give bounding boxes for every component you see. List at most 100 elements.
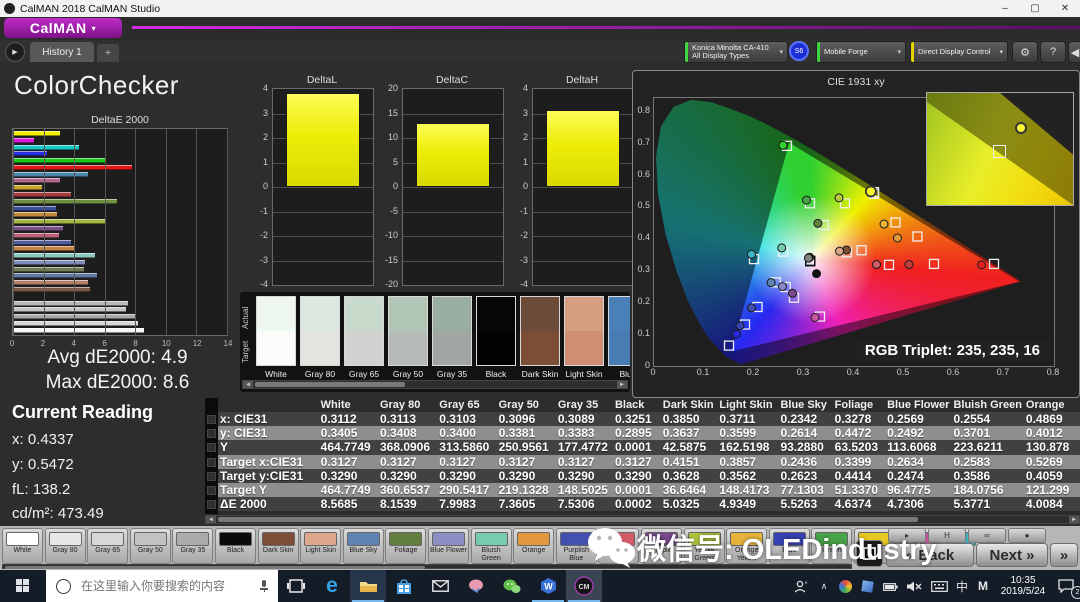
- table-cell: 7.5306: [556, 497, 613, 511]
- calman-taskbar-button[interactable]: CM: [566, 570, 602, 602]
- pink-app-button[interactable]: [458, 570, 494, 602]
- chevron-down-icon: ▾: [779, 48, 783, 56]
- session-tool-button-3[interactable]: ∞: [968, 528, 1006, 543]
- scroll-left-arrow[interactable]: ◄: [243, 381, 253, 388]
- gridline: [403, 212, 503, 213]
- patchbar-scrollbar[interactable]: [2, 564, 852, 569]
- close-button[interactable]: ✕: [1050, 3, 1080, 14]
- patch-button-gray-80[interactable]: Gray 80: [45, 528, 86, 564]
- row-handle[interactable]: [207, 415, 216, 424]
- people-button[interactable]: ᴿ: [788, 570, 814, 602]
- row-handle[interactable]: [207, 429, 216, 438]
- patch-button-black[interactable]: Black: [215, 528, 256, 564]
- patch-selection-bar: WhiteGray 80Gray 65Gray 50Gray 35BlackDa…: [0, 526, 1080, 570]
- display-control-dropdown[interactable]: Direct Display Control ▾: [910, 41, 1008, 63]
- patch-button-moderate-red[interactable]: Moderate Red: [598, 528, 639, 564]
- stop-measure-button[interactable]: [856, 540, 883, 567]
- wechat-button[interactable]: [494, 570, 530, 602]
- show-hidden-icons-button[interactable]: ∧: [814, 570, 834, 602]
- back-button[interactable]: « Back: [886, 543, 974, 567]
- patch-button-green[interactable]: Green: [811, 528, 852, 564]
- swatch-scrollbar[interactable]: ◄►: [242, 380, 628, 389]
- patchbar-scroll-thumb[interactable]: [5, 566, 425, 569]
- windows-logo-icon: [16, 579, 30, 593]
- row-handle[interactable]: [207, 486, 216, 495]
- column-header-light-skin: Light Skin: [717, 398, 778, 412]
- calman-logo-menu[interactable]: CalMAN ▾: [4, 18, 122, 38]
- patch-button-purplish-blue[interactable]: Purplish Blue: [556, 528, 597, 564]
- file-explorer-button[interactable]: [350, 570, 386, 602]
- wps-button[interactable]: W: [530, 570, 566, 602]
- ime-mode-indicator[interactable]: M: [972, 570, 994, 602]
- patch-button-white[interactable]: White: [2, 528, 43, 564]
- patch-button-orange-yellow[interactable]: Orange Yellow: [726, 528, 767, 564]
- deltaH-plot: [532, 88, 634, 286]
- patch-button-blue-sky[interactable]: Blue Sky: [343, 528, 384, 564]
- gridline: [533, 187, 633, 188]
- store-button[interactable]: [386, 570, 422, 602]
- scroll-right-arrow[interactable]: ►: [1069, 516, 1079, 523]
- patch-button-purple[interactable]: Purple: [641, 528, 682, 564]
- start-button[interactable]: [0, 570, 46, 602]
- table-scroll-thumb[interactable]: [218, 517, 918, 522]
- mail-button[interactable]: [422, 570, 458, 602]
- y-tick-label: 0: [244, 181, 268, 191]
- calman-logo-text: CalMAN: [30, 20, 87, 36]
- touch-keyboard-button[interactable]: [926, 570, 952, 602]
- meter-dropdown[interactable]: Konica Minolta CA-410 All Display Types …: [684, 41, 788, 63]
- row-handle[interactable]: [207, 472, 216, 481]
- tray-color-app[interactable]: [834, 570, 856, 602]
- taskbar-search[interactable]: [46, 570, 278, 602]
- table-cell: 177.4772: [556, 440, 613, 454]
- help-button[interactable]: ?: [1040, 41, 1066, 63]
- tab-history-1[interactable]: History 1: [30, 42, 94, 62]
- table-cell: 0.2895: [613, 426, 661, 440]
- patch-button-gray-65[interactable]: Gray 65: [87, 528, 128, 564]
- patch-button-bluish-green[interactable]: Bluish Green: [471, 528, 512, 564]
- collapse-panel-button[interactable]: ◀: [1068, 41, 1080, 63]
- patch-button-gray-50[interactable]: Gray 50: [130, 528, 171, 564]
- row-handle[interactable]: [207, 443, 216, 452]
- maximize-button[interactable]: ▢: [1020, 3, 1050, 14]
- session-tool-button-2[interactable]: H: [928, 528, 966, 543]
- table-row: Target y:CIE310.32900.32900.32900.32900.…: [218, 469, 1080, 483]
- minimize-button[interactable]: –: [990, 3, 1020, 14]
- patch-button-orange[interactable]: Orange: [513, 528, 554, 564]
- source-dropdown[interactable]: Mobile Forge ▾: [816, 41, 906, 63]
- volume-muted-button[interactable]: [902, 570, 926, 602]
- session-tool-button-1[interactable]: ▸: [888, 528, 926, 543]
- clock-tray-button[interactable]: 10:35 2019/5/24: [994, 570, 1052, 602]
- patch-color-chip: [91, 532, 124, 546]
- expand-nav-button[interactable]: »: [1050, 543, 1078, 567]
- patch-button-light-skin[interactable]: Light Skin: [300, 528, 341, 564]
- scroll-left-arrow[interactable]: ◄: [206, 516, 216, 523]
- table-scrollbar[interactable]: ◄ ►: [205, 515, 1080, 524]
- play-button[interactable]: ▶: [5, 42, 25, 62]
- edge-browser-button[interactable]: e: [314, 570, 350, 602]
- action-center-button[interactable]: 2: [1052, 570, 1080, 602]
- swatch-scroll-thumb[interactable]: [255, 382, 405, 387]
- add-tab-button[interactable]: +: [97, 44, 119, 62]
- patch-button-foliage[interactable]: Foliage: [385, 528, 426, 564]
- session-tool-button-4[interactable]: ●: [1008, 528, 1046, 543]
- task-view-button[interactable]: [278, 570, 314, 602]
- tray-box-app[interactable]: [856, 570, 878, 602]
- scroll-right-arrow[interactable]: ►: [617, 381, 627, 388]
- battery-tray-button[interactable]: [878, 570, 902, 602]
- settings-button[interactable]: ⚙: [1012, 41, 1038, 63]
- swatch-dark-skin: [520, 296, 560, 366]
- patch-button-dark-skin[interactable]: Dark Skin: [258, 528, 299, 564]
- s6-badge[interactable]: S6: [789, 41, 809, 61]
- swatch-target: [477, 331, 515, 365]
- patch-button-blue-flower[interactable]: Blue Flower: [428, 528, 469, 564]
- row-handle[interactable]: [207, 458, 216, 467]
- microphone-icon[interactable]: [260, 580, 268, 592]
- search-input[interactable]: [79, 578, 260, 594]
- patch-button-gray-35[interactable]: Gray 35: [172, 528, 213, 564]
- ime-indicator[interactable]: 中: [952, 570, 972, 602]
- next-button[interactable]: Next »: [976, 543, 1048, 567]
- patch-button-blue[interactable]: Blue: [769, 528, 810, 564]
- table-cell: 0.3857: [717, 455, 778, 469]
- patch-button-yellow-green[interactable]: Yellow Green: [684, 528, 725, 564]
- row-handle[interactable]: [207, 500, 216, 509]
